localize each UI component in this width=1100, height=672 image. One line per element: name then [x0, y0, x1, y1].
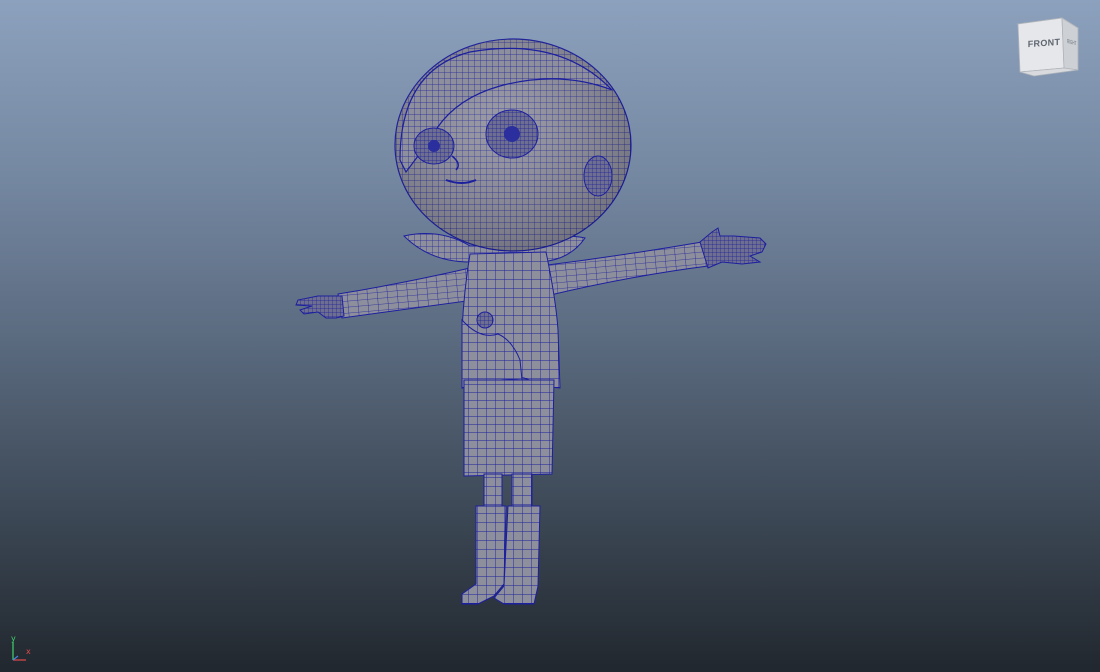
- character-model-wireframe[interactable]: [0, 0, 1100, 672]
- ear: [583, 155, 613, 197]
- right-leg: [511, 473, 533, 511]
- left-leg: [483, 473, 503, 511]
- skirt: [463, 379, 555, 477]
- view-cube-icon: [1016, 17, 1080, 77]
- axis-y-label: y: [11, 634, 16, 643]
- left-arm: [337, 267, 475, 319]
- jacket-button: [476, 311, 494, 329]
- left-hand: [295, 295, 345, 319]
- axis-indicator: y x: [6, 632, 46, 666]
- axis-x-label: x: [26, 647, 31, 656]
- 3d-viewport[interactable]: FRONT RIGHT y x: [0, 0, 1100, 672]
- right-hand: [699, 227, 767, 269]
- left-boot: [461, 505, 507, 605]
- view-cube[interactable]: FRONT RIGHT: [1012, 14, 1084, 78]
